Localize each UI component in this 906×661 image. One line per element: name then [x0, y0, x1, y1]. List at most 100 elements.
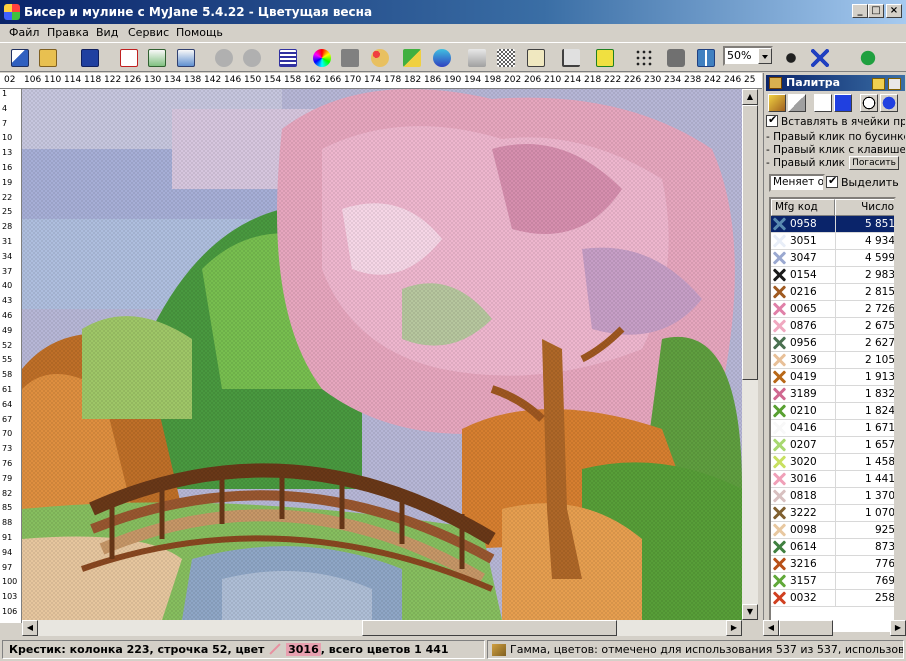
zoom-dropdown-button[interactable] — [758, 48, 772, 64]
copy-icon — [527, 49, 545, 67]
app-icon — [4, 4, 20, 20]
ruler-column-label: 126 — [124, 75, 142, 85]
minimize-button[interactable]: _ — [852, 4, 868, 18]
insert-option[interactable]: Вставлять в ячейки пр — [766, 115, 905, 128]
scroll-down-button[interactable]: ▼ — [742, 604, 758, 620]
import-button[interactable] — [145, 46, 169, 70]
thread-swatch-icon — [772, 591, 786, 605]
column-header-count[interactable]: Число — [835, 199, 894, 216]
palette-row[interactable]: 3216 776 — [771, 556, 894, 573]
silhouette-button[interactable] — [338, 46, 362, 70]
vertical-scroll-thumb[interactable] — [742, 105, 758, 380]
palette-scroll-right[interactable]: ▶ — [890, 620, 906, 636]
hide-button[interactable]: Погасить — [849, 156, 899, 170]
scroll-left-button[interactable]: ◀ — [22, 620, 38, 636]
cross-stitch-button[interactable] — [593, 46, 617, 70]
dots-button[interactable] — [632, 46, 656, 70]
palette-row[interactable]: 0958 5 851 — [771, 216, 894, 233]
brush-tool-icon[interactable] — [768, 94, 786, 112]
palette-columns-icon[interactable] — [872, 78, 885, 90]
eye-icon — [782, 49, 800, 67]
eye-button[interactable] — [779, 46, 803, 70]
pattern-button[interactable] — [494, 46, 518, 70]
changes-combo[interactable]: Меняет от — [769, 174, 825, 192]
menu-file[interactable]: Файл — [9, 26, 39, 39]
palette-restore-icon[interactable] — [888, 78, 901, 90]
select-checkbox[interactable] — [826, 174, 838, 188]
palette-scroll-thumb[interactable] — [779, 620, 833, 636]
palette-row[interactable]: 3222 1 070 — [771, 505, 894, 522]
circle-outline-icon[interactable] — [860, 94, 878, 112]
palette-row[interactable]: 0032 258 — [771, 590, 894, 607]
square-outline-icon[interactable] — [814, 94, 832, 112]
menu-view[interactable]: Вид — [96, 26, 118, 39]
redo-button[interactable] — [240, 46, 264, 70]
open-button[interactable] — [36, 46, 60, 70]
export-button[interactable] — [174, 46, 198, 70]
palette-row[interactable]: 3020 1 458 — [771, 454, 895, 471]
needle-icon — [268, 643, 282, 655]
palette-row[interactable]: 3016 1 441 — [771, 471, 894, 488]
scissors-button[interactable] — [465, 46, 489, 70]
pencil-tool-icon[interactable] — [788, 94, 806, 112]
save-button[interactable] — [78, 46, 102, 70]
palette-row[interactable]: 0207 1 657 — [771, 437, 894, 454]
pdf-export-button[interactable] — [117, 46, 141, 70]
palette-row[interactable]: 3051 4 934 — [771, 233, 894, 250]
palette-row[interactable]: 0876 2 675 — [771, 318, 894, 335]
menu-help[interactable]: Помощь — [176, 26, 223, 39]
layers-button[interactable] — [430, 46, 454, 70]
palette-scroll-left[interactable]: ◀ — [763, 620, 779, 636]
horizontal-scroll-thumb[interactable] — [362, 620, 617, 636]
camera-button[interactable] — [664, 46, 688, 70]
color-wheel-button[interactable] — [310, 46, 334, 70]
scroll-right-button[interactable]: ▶ — [726, 620, 742, 636]
circle-filled-icon[interactable] — [880, 94, 898, 112]
palette-row[interactable]: 0098 925 — [771, 522, 894, 539]
palette-row[interactable]: 0416 1 671 — [771, 420, 894, 437]
palette-row[interactable]: 0614 873 — [771, 539, 894, 556]
palette-row[interactable]: 0065 2 726 — [771, 301, 894, 318]
column-separator — [835, 437, 836, 454]
palette-row[interactable]: 0956 2 627 — [771, 335, 894, 352]
palette-row[interactable]: 3157 769 — [771, 573, 895, 590]
pattern-canvas[interactable] — [22, 89, 742, 620]
palette-row[interactable]: 0216 2 815 — [771, 284, 894, 301]
thread-count: 769 — [874, 575, 895, 587]
vertical-scrollbar[interactable]: ▲ ▼ — [742, 89, 758, 620]
horizontal-scrollbar[interactable]: ◀ ▶ — [22, 620, 742, 636]
column-header-code[interactable]: Mfg код — [771, 199, 835, 216]
menu-service[interactable]: Сервис — [128, 26, 169, 39]
color-wheel-icon — [313, 49, 331, 67]
club-button[interactable] — [856, 46, 880, 70]
palette-row[interactable]: 0818 1 370 — [771, 488, 894, 505]
square-filled-icon[interactable] — [834, 94, 852, 112]
view-tiles-button[interactable] — [694, 46, 718, 70]
undo-button[interactable] — [212, 46, 236, 70]
grid-button[interactable] — [276, 46, 300, 70]
palette-row[interactable]: 3189 1 832 — [771, 386, 894, 403]
scroll-up-button[interactable]: ▲ — [742, 89, 758, 105]
menu-bar: Файл Правка Вид Сервис Помощь — [0, 24, 906, 42]
chart-button[interactable] — [559, 46, 583, 70]
ruler-row-label: 103 — [2, 592, 18, 602]
copy-button[interactable] — [524, 46, 548, 70]
palette-button[interactable] — [368, 46, 392, 70]
insert-checkbox[interactable] — [766, 115, 778, 127]
close-button[interactable]: × — [886, 4, 902, 18]
palette-row[interactable]: 0154 2 983 — [771, 267, 894, 284]
cross-x-button[interactable] — [808, 46, 832, 70]
maximize-button[interactable]: □ — [868, 4, 884, 18]
menu-edit[interactable]: Правка — [47, 26, 89, 39]
thread-count: 1 458 — [864, 456, 895, 468]
select-option[interactable]: Выделить — [826, 174, 899, 189]
palette-row[interactable]: 3047 4 599 — [771, 250, 894, 267]
swap-colors-button[interactable] — [400, 46, 424, 70]
palette-row[interactable]: 0210 1 824 — [771, 403, 894, 420]
ruler-row-label: 106 — [2, 607, 18, 616]
palette-row[interactable]: 0419 1 913 — [771, 369, 894, 386]
palette-row[interactable]: 3069 2 105 — [771, 352, 894, 369]
select-tool-button[interactable] — [8, 46, 32, 70]
hint-line-2: - Правый клик с клавишей — [766, 144, 905, 156]
palette-horizontal-scrollbar[interactable]: ◀ ▶ — [763, 620, 906, 636]
